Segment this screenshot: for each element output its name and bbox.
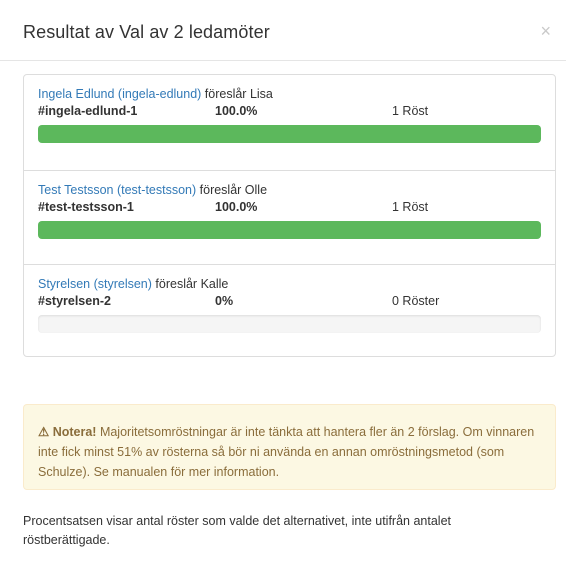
progress-bar-track bbox=[38, 315, 541, 333]
proposer-text: föreslår Olle bbox=[196, 183, 268, 197]
votes-label: 0 Röster bbox=[392, 294, 440, 308]
modal-title: Resultat av Val av 2 ledamöter bbox=[23, 22, 270, 42]
warning-alert: ⚠ Notera! Majoritetsomröstningar är inte… bbox=[23, 404, 556, 490]
proposer-text: föreslår Lisa bbox=[201, 87, 273, 101]
proposer-line: Styrelsen (styrelsen) föreslår Kalle bbox=[38, 277, 541, 292]
alert-text: Majoritetsomröstningar är inte tänkta at… bbox=[38, 425, 535, 479]
result-item: Styrelsen (styrelsen) föreslår Kalle #st… bbox=[24, 264, 555, 356]
close-button[interactable]: × bbox=[540, 22, 551, 40]
votes-label: 1 Röst bbox=[392, 200, 429, 214]
alert-heading: Notera! bbox=[52, 425, 97, 439]
stats-line: #ingela-edlund-1 100.0% 1 Röst bbox=[38, 104, 541, 119]
header-divider bbox=[0, 60, 566, 61]
percent-label: 100.0% bbox=[215, 104, 258, 118]
percent-label: 0% bbox=[215, 294, 234, 308]
stats-line: #styrelsen-2 0% 0 Röster bbox=[38, 294, 541, 309]
footer-note: Procentsatsen visar antal röster som val… bbox=[23, 514, 452, 547]
percent-label: 100.0% bbox=[215, 200, 258, 214]
votes-label: 1 Röst bbox=[392, 104, 429, 118]
stats-line: #test-testsson-1 100.0% 1 Röst bbox=[38, 200, 541, 215]
warning-icon: ⚠ bbox=[38, 425, 50, 439]
progress-bar-fill bbox=[38, 221, 541, 239]
progress-bar-fill bbox=[38, 125, 541, 143]
alternative-id: #ingela-edlund-1 bbox=[38, 104, 138, 118]
result-item: Ingela Edlund (ingela-edlund) föreslår L… bbox=[24, 75, 555, 170]
proposer-text: föreslår Kalle bbox=[151, 277, 229, 291]
proposer-link[interactable]: Styrelsen (styrelsen) bbox=[38, 277, 152, 291]
proposer-link[interactable]: Ingela Edlund (ingela-edlund) bbox=[38, 87, 201, 101]
proposer-link[interactable]: Test Testsson (test-testsson) bbox=[38, 183, 196, 197]
proposer-line: Test Testsson (test-testsson) föreslår O… bbox=[38, 183, 541, 198]
alternative-id: #test-testsson-1 bbox=[38, 200, 134, 214]
result-item: Test Testsson (test-testsson) föreslår O… bbox=[24, 170, 555, 264]
results-panel: Ingela Edlund (ingela-edlund) föreslår L… bbox=[23, 74, 556, 357]
proposer-line: Ingela Edlund (ingela-edlund) föreslår L… bbox=[38, 87, 541, 102]
alternative-id: #styrelsen-2 bbox=[38, 294, 111, 308]
progress-bar-track bbox=[38, 221, 541, 239]
progress-bar-track bbox=[38, 125, 541, 143]
